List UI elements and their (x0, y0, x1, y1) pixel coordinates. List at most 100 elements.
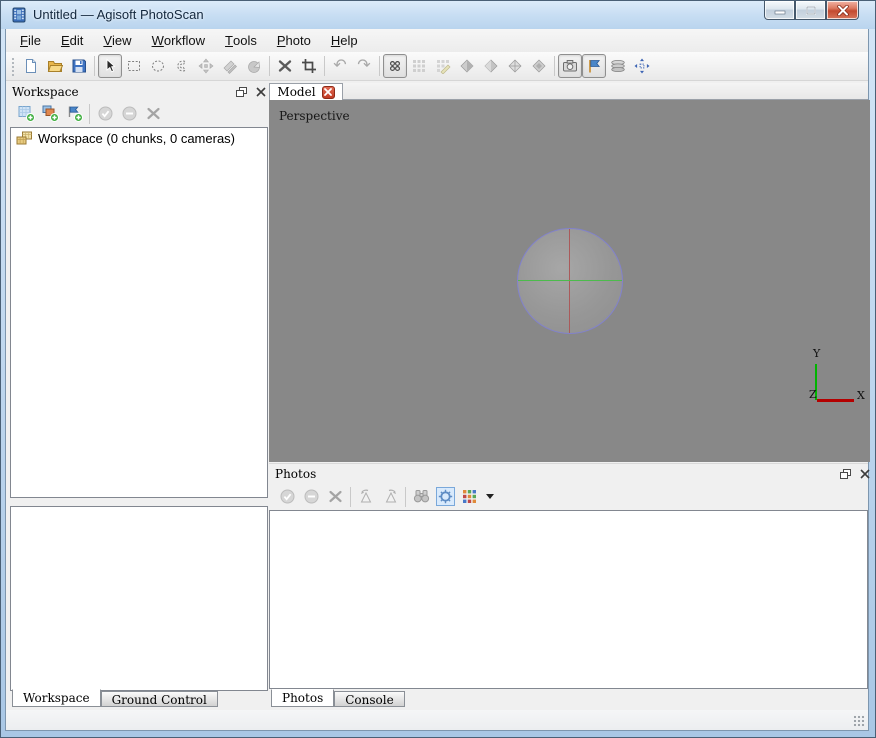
menu-photo[interactable]: Photo (267, 29, 321, 52)
crop-selection-button[interactable] (297, 54, 321, 78)
wireframe-view-button[interactable] (503, 54, 527, 78)
workspace-toolbar (10, 100, 266, 127)
redo-button[interactable]: ↷ (352, 54, 376, 78)
open-project-button[interactable] (43, 54, 67, 78)
move-region-button[interactable] (194, 54, 218, 78)
solid-view-button[interactable] (479, 54, 503, 78)
resize-region-button[interactable] (242, 54, 266, 78)
tab-photos[interactable]: Photos (271, 689, 334, 707)
shaded-view-button[interactable] (455, 54, 479, 78)
view-details-icon (461, 488, 478, 505)
workspace-tree[interactable]: Workspace (0 chunks, 0 cameras) (10, 127, 268, 498)
photos-panel-buttons (838, 467, 872, 481)
toolbar-grip[interactable] (10, 56, 15, 76)
tab-model[interactable]: Model (269, 83, 343, 100)
workspace-float-button[interactable] (234, 85, 248, 99)
point-cloud-view-button[interactable] (383, 54, 407, 78)
resize-region-icon (246, 58, 262, 74)
add-photos-button[interactable] (38, 102, 62, 126)
model-tab-close-button[interactable] (322, 86, 335, 99)
axis-z-label: Z (809, 388, 817, 401)
workspace-panel-header[interactable]: Workspace (12, 83, 264, 100)
freeform-selection-button[interactable] (170, 54, 194, 78)
new-project-button[interactable] (19, 54, 43, 78)
window-title: Untitled — Agisoft PhotoScan (33, 1, 204, 29)
tab-close-icon (324, 88, 332, 96)
minimize-icon (774, 5, 786, 15)
rotate-region-button[interactable] (218, 54, 242, 78)
left-dock-tabs: Workspace Ground Control (12, 690, 218, 709)
menu-edit[interactable]: Edit (51, 29, 93, 52)
navigation-mode-button[interactable] (630, 54, 654, 78)
rotate-left-button[interactable] (354, 485, 378, 509)
show-markers-icon (586, 58, 602, 74)
delete-selection-button[interactable] (273, 54, 297, 78)
view-mode-dropdown-button[interactable] (481, 485, 495, 509)
save-project-button[interactable] (67, 54, 91, 78)
menu-bar: File Edit View Workflow Tools Photo Help (6, 29, 868, 52)
remove-cameras-button[interactable] (323, 485, 347, 509)
menu-tools[interactable]: Tools (215, 29, 267, 52)
menu-help[interactable]: Help (321, 29, 368, 52)
dense-cloud-view-button[interactable] (407, 54, 431, 78)
view-thumbnails-icon (436, 487, 455, 506)
ground-control-pane[interactable] (10, 506, 268, 691)
model-viewport[interactable]: Perspective Y Z X (269, 100, 870, 462)
show-cameras-icon (562, 58, 578, 74)
restore-button[interactable] (795, 1, 826, 20)
client-area: File Edit View Workflow Tools Photo Help (5, 29, 869, 731)
toolbar-separator (350, 487, 351, 507)
rotate-right-button[interactable] (378, 485, 402, 509)
add-chunk-button[interactable] (14, 102, 38, 126)
close-icon (837, 5, 849, 16)
add-marker-button[interactable] (62, 102, 86, 126)
textured-view-button[interactable] (527, 54, 551, 78)
tab-workspace[interactable]: Workspace (12, 689, 101, 707)
tab-ground-control[interactable]: Ground Control (101, 691, 218, 707)
crop-selection-icon (301, 58, 317, 74)
add-chunk-icon (18, 105, 35, 122)
photos-panel-header[interactable]: Photos (275, 465, 835, 482)
workspace-panel-title: Workspace (12, 85, 79, 99)
cursor-select-button[interactable] (98, 54, 122, 78)
minimize-button[interactable] (764, 1, 795, 20)
toolbar-separator (94, 56, 95, 76)
show-cameras-button[interactable] (558, 54, 582, 78)
workspace-root-item[interactable]: Workspace (0 chunks, 0 cameras) (11, 128, 267, 146)
ellipse-selection-button[interactable] (146, 54, 170, 78)
photos-close-button[interactable] (858, 467, 872, 481)
remove-item-button[interactable] (141, 102, 165, 126)
resize-grip-icon[interactable] (853, 715, 865, 727)
disable-item-button[interactable] (117, 102, 141, 126)
chevron-down-icon (486, 494, 494, 499)
show-chunks-button[interactable] (606, 54, 630, 78)
close-button[interactable] (826, 1, 859, 20)
photos-float-button[interactable] (838, 467, 852, 481)
model-sphere (517, 228, 623, 334)
rectangle-selection-icon (126, 58, 142, 74)
disable-cameras-button[interactable] (299, 485, 323, 509)
workspace-close-button[interactable] (254, 85, 268, 99)
add-marker-icon (66, 105, 83, 122)
rectangle-selection-button[interactable] (122, 54, 146, 78)
menu-file[interactable]: File (10, 29, 51, 52)
tab-console[interactable]: Console (334, 691, 404, 707)
titlebar[interactable]: Untitled — Agisoft PhotoScan (1, 1, 876, 29)
undo-icon: ↶ (333, 58, 346, 74)
mesh-view-button[interactable] (431, 54, 455, 78)
find-photos-button[interactable] (409, 485, 433, 509)
menu-workflow[interactable]: Workflow (142, 29, 215, 52)
open-project-icon (47, 58, 63, 74)
enable-cameras-button[interactable] (275, 485, 299, 509)
photos-list-area[interactable] (269, 510, 868, 689)
show-markers-button[interactable] (582, 54, 606, 78)
cursor-select-icon (102, 58, 118, 74)
sphere-equator-line (518, 280, 622, 281)
photos-panel-divider (269, 463, 868, 464)
undo-button[interactable]: ↶ (328, 54, 352, 78)
view-thumbnails-button[interactable] (433, 485, 457, 509)
view-details-button[interactable] (457, 485, 481, 509)
enable-item-button[interactable] (93, 102, 117, 126)
photos-toolbar (271, 483, 868, 510)
menu-view[interactable]: View (93, 29, 141, 52)
